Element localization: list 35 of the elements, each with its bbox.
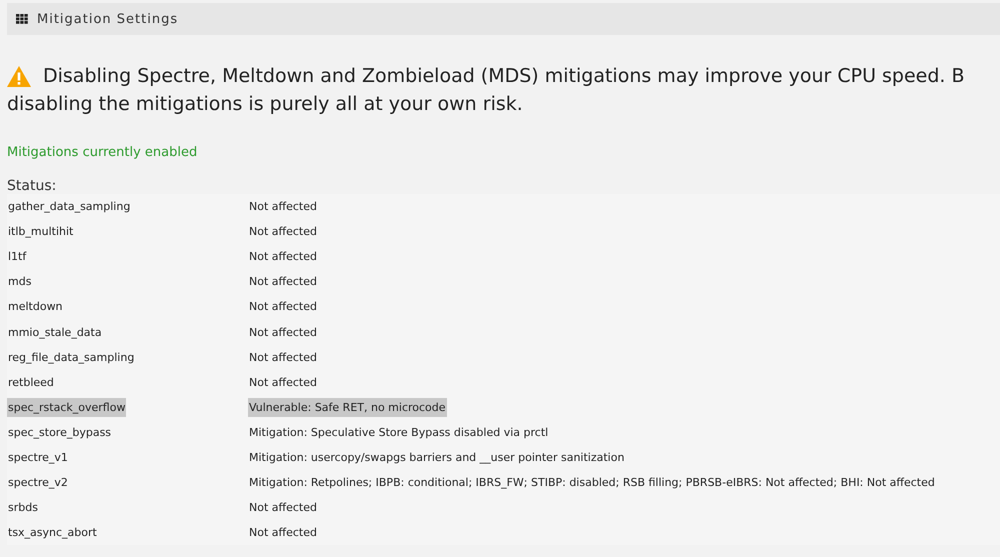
- table-cell-text: Mitigation: Retpolines; IBPB: conditional; IBRS_FW; STIBP: disabled; RSB filling; PBRSB-eIBRS: Not affected; BHI: Not affected: [248, 475, 936, 492]
- table-cell-text: retbleed: [7, 374, 55, 391]
- status-label: Status:: [7, 178, 56, 194]
- table-cell-text: reg_file_data_sampling: [7, 350, 136, 366]
- table-cell-text: tsx_async_abort: [7, 525, 98, 542]
- table-cell-text: Not affected: [248, 350, 318, 366]
- table-cell-text: Not affected: [248, 249, 318, 266]
- warning-text: Disabling Spectre, Meltdown and Zombieload (MDS) mitigations may improve your CPU speed. B: [43, 65, 965, 87]
- table-cell: spec_rstack_overflow: [7, 398, 126, 417]
- table-cell-text: Not affected: [248, 224, 318, 240]
- table-cell-text: Mitigation: usercopy/swapgs barriers and __user pointer sanitization: [248, 450, 626, 466]
- table-cell-text: spectre_v1: [7, 450, 69, 466]
- table-cell-text: l1tf: [7, 249, 28, 266]
- table-cell-text: Mitigation: Speculative Store Bypass disabled via prctl: [248, 424, 550, 441]
- warning-icon: [7, 66, 31, 86]
- table-cell-text: meltdown: [7, 299, 64, 316]
- table-cell-text: mds: [7, 274, 32, 290]
- table-cell-text: spec_store_bypass: [7, 424, 112, 441]
- table-cell-text: srbds: [7, 500, 39, 516]
- table-cell-text: Not affected: [248, 274, 318, 290]
- table-cell: Vulnerable: Safe RET, no microcode: [248, 398, 447, 417]
- table-cell-text: mmio_stale_data: [7, 324, 103, 341]
- grid-icon: [16, 14, 28, 24]
- table-cell-text: Not affected: [248, 324, 318, 341]
- header-title: Mitigation Settings: [37, 12, 178, 26]
- table-cell-text: gather_data_sampling: [7, 199, 132, 216]
- table-cell-text: itlb_multihit: [7, 224, 74, 240]
- warning-text: disabling the mitigations is purely all at your own risk.: [7, 93, 523, 115]
- table-cell-text: Not affected: [248, 374, 318, 391]
- table-cell-text: Not affected: [248, 299, 318, 316]
- table-cell-text: Not affected: [248, 500, 318, 516]
- table-cell-text: Not affected: [248, 525, 318, 542]
- table-cell-text: Not affected: [248, 199, 318, 216]
- table-cell-text: spectre_v2: [7, 475, 69, 492]
- mitigation-state: Mitigations currently enabled: [7, 145, 198, 160]
